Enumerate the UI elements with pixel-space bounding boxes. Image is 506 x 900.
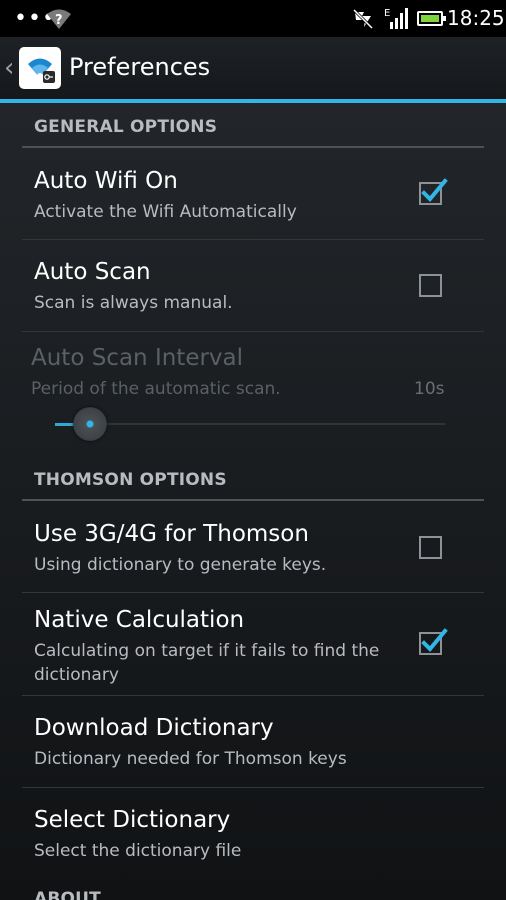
pref-summary: Activate the Wifi Automatically [34,202,297,222]
pref-summary: Period of the automatic scan. [31,379,281,399]
status-bar: ••• ? E 18:25 [0,0,506,37]
section-header-about: ABOUT [34,889,101,900]
row-divider [22,695,484,696]
checkmark-icon [421,628,448,652]
section-header-general: GENERAL OPTIONS [34,117,218,137]
use-3g4g-checkbox[interactable] [419,536,442,559]
pref-title: Auto Scan [34,259,151,285]
auto-scan-checkbox[interactable] [419,274,442,297]
signal-type-label: E [384,8,390,19]
section-divider [22,146,484,148]
interval-slider-thumb [73,407,108,441]
up-navigation-caret-icon[interactable]: ‹ [4,53,14,83]
pref-summary: Scan is always manual. [34,293,233,313]
sync-disabled-icon [352,8,374,30]
interval-value: 10s [414,379,445,399]
checkmark-icon [421,178,448,202]
svg-text:?: ? [55,13,63,28]
interval-slider-track [55,423,445,425]
status-clock: 18:25 [447,6,505,30]
signal-icon: E [384,8,408,29]
pref-summary: Dictionary needed for Thomson keys [34,749,347,769]
section-header-thomson: THOMSON OPTIONS [34,470,227,490]
pref-title: Select Dictionary [34,807,231,833]
wifi-key-app-icon[interactable] [19,47,61,89]
pref-summary: Calculating on target if it fails to fin… [34,641,380,685]
battery-icon [417,11,446,26]
wifi-question-icon: ? [47,9,71,29]
pref-summary: Using dictionary to generate keys. [34,555,327,575]
auto-wifi-checkbox[interactable] [419,178,448,205]
row-divider [22,331,484,332]
pref-title: Use 3G/4G for Thomson [34,521,309,547]
action-bar: ‹ Preferences [0,37,506,99]
pref-title: Native Calculation [34,607,245,633]
row-divider [22,787,484,788]
native-calculation-checkbox[interactable] [419,628,448,655]
pref-summary: Select the dictionary file [34,841,242,861]
row-divider [22,239,484,240]
page-title: Preferences [69,53,211,81]
preferences-list[interactable]: GENERAL OPTIONS Auto Wifi On Activate th… [0,103,506,900]
section-divider [22,499,484,501]
pref-title: Auto Wifi On [34,168,178,194]
pref-title: Download Dictionary [34,715,274,741]
pref-title: Auto Scan Interval [31,345,244,371]
row-divider [22,592,484,593]
